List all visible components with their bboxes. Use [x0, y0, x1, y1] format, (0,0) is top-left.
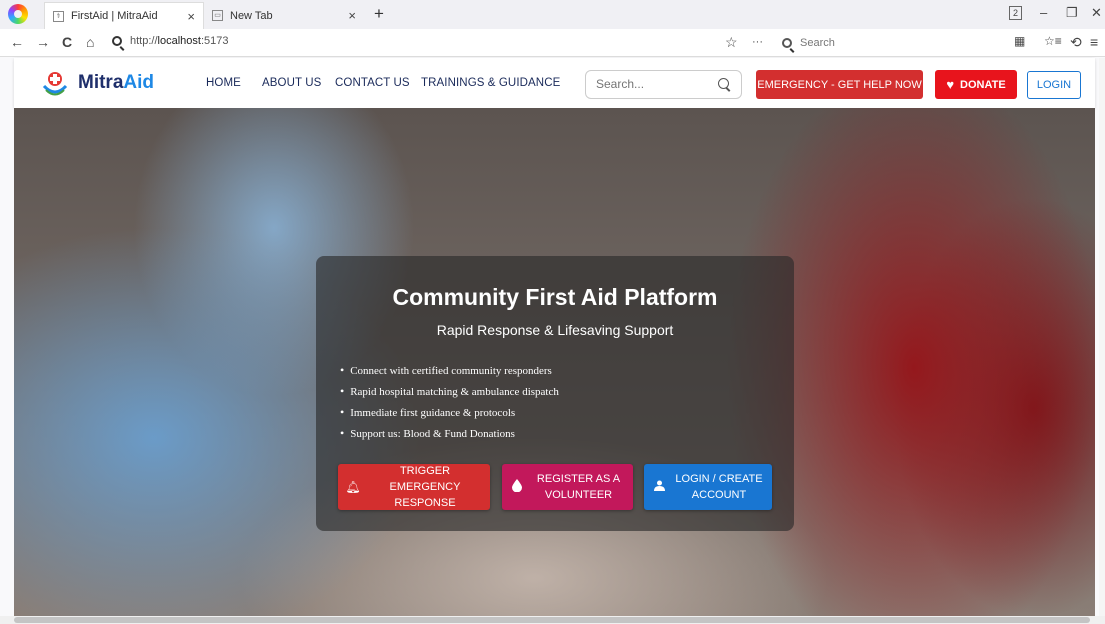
tab-title: FirstAid | MitraAid: [71, 10, 158, 22]
restore-icon[interactable]: ❐: [1066, 5, 1078, 21]
vertical-scrollbar[interactable]: [1099, 58, 1105, 616]
nav-trainings-guidance[interactable]: TRAININGS & GUIDANCE: [421, 77, 560, 89]
horizontal-scrollbar[interactable]: [0, 616, 1105, 624]
nav-contact-us[interactable]: CONTACT US: [335, 77, 410, 89]
hero-section: Community First Aid Platform Rapid Respo…: [14, 108, 1095, 616]
cta-line: REGISTER AS A: [536, 473, 621, 485]
site-logo-text[interactable]: MitraAid: [78, 72, 154, 94]
forward-icon[interactable]: →: [36, 34, 50, 50]
list-item: Connect with certified community respond…: [340, 360, 559, 381]
cta-line: VOLUNTEER: [544, 489, 613, 501]
new-tab-favicon-icon: ▭: [212, 10, 223, 21]
logo-accent: Aid: [123, 72, 155, 93]
url-host: localhost: [157, 35, 201, 47]
menu-icon[interactable]: ≡: [1090, 34, 1098, 50]
reload-icon[interactable]: C: [62, 34, 72, 50]
tab-close-icon[interactable]: ×: [348, 8, 356, 23]
nav-home[interactable]: HOME: [206, 77, 241, 89]
nav-about-us[interactable]: ABOUT US: [262, 77, 321, 89]
browser-search-field[interactable]: Search: [782, 34, 982, 52]
trigger-emergency-label: TRIGGER EMERGENCY RESPONSE: [368, 463, 490, 511]
person-icon: [644, 480, 674, 494]
login-create-account-button[interactable]: LOGIN / CREATE ACCOUNT: [644, 464, 772, 510]
heart-icon: ♥: [946, 77, 955, 92]
cta-line: LOGIN / CREATE: [675, 473, 763, 485]
more-icon[interactable]: ···: [752, 36, 763, 48]
list-item: Rapid hospital matching & ambulance disp…: [340, 381, 559, 402]
register-volunteer-label: REGISTER AS A VOLUNTEER: [532, 471, 633, 503]
cta-line: RESPONSE: [394, 497, 456, 509]
donate-label: DONATE: [960, 78, 1006, 91]
bookmark-star-icon[interactable]: ☆: [725, 34, 738, 51]
login-create-account-label: LOGIN / CREATE ACCOUNT: [674, 471, 772, 503]
alarm-bell-icon: 🔔︎: [345, 480, 361, 494]
emergency-help-button[interactable]: EMERGENCY - GET HELP NOW: [756, 70, 923, 99]
browser-logo-icon[interactable]: [8, 4, 28, 24]
cta-line: ACCOUNT: [691, 489, 747, 501]
browser-tab-bar: ⚕ FirstAid | MitraAid × ▭ New Tab × + 2 …: [0, 0, 1105, 29]
trigger-emergency-button[interactable]: 🔔︎ TRIGGER EMERGENCY RESPONSE: [338, 464, 490, 510]
tab-new-tab[interactable]: ▭ New Tab ×: [204, 2, 364, 29]
site-search-icon[interactable]: [718, 78, 729, 89]
cta-line: TRIGGER EMERGENCY: [389, 465, 461, 493]
back-icon[interactable]: ←: [10, 34, 24, 50]
browser-nav-bar: ← → C ⌂ http://localhost:5173 ☆ ··· Sear…: [0, 29, 1105, 57]
url-prefix: http://: [130, 35, 158, 47]
browser-search-placeholder: Search: [800, 37, 835, 49]
url-search-icon: [112, 36, 122, 46]
home-icon[interactable]: ⌂: [86, 34, 94, 50]
site-search-box: [585, 70, 742, 99]
minimize-icon[interactable]: –: [1040, 5, 1047, 20]
url-bar[interactable]: http://localhost:5173: [112, 35, 228, 47]
list-item: Immediate first guidance & protocols: [340, 402, 559, 423]
site-search-input[interactable]: [596, 77, 706, 91]
hero-feature-list: Connect with certified community respond…: [340, 360, 559, 444]
list-item: Support us: Blood & Fund Donations: [340, 423, 559, 444]
tab-close-icon[interactable]: ×: [187, 9, 195, 24]
tab-firstaid[interactable]: ⚕ FirstAid | MitraAid ×: [44, 2, 204, 29]
url-port: :5173: [200, 35, 229, 47]
hero-title: Community First Aid Platform: [392, 284, 718, 310]
favorites-icon[interactable]: ☆≡: [1044, 34, 1062, 48]
register-volunteer-button[interactable]: REGISTER AS A VOLUNTEER: [502, 464, 633, 510]
donate-button[interactable]: ♥ DONATE: [935, 70, 1017, 99]
browser-search-icon: [782, 38, 792, 48]
hero-subtitle: Rapid Response & Lifesaving Support: [436, 322, 674, 338]
new-tab-button[interactable]: +: [374, 4, 384, 24]
window-count-badge[interactable]: 2: [1009, 6, 1022, 20]
blood-drop-icon: [502, 479, 532, 495]
logo-main: Mitra: [78, 72, 124, 93]
close-window-icon[interactable]: ✕: [1091, 5, 1102, 21]
hero-card: Community First Aid Platform Rapid Respo…: [316, 256, 794, 531]
login-button[interactable]: LOGIN: [1027, 71, 1081, 99]
mitraaid-logo-icon[interactable]: [40, 68, 70, 98]
tab-title: New Tab: [230, 9, 273, 22]
grid-icon[interactable]: ▦: [1014, 34, 1025, 48]
page-favicon-icon: ⚕: [53, 10, 64, 22]
scrollbar-thumb[interactable]: [14, 617, 1090, 623]
site-header: MitraAid HOME ABOUT US CONTACT US TRAINI…: [14, 58, 1095, 108]
history-icon[interactable]: ⟲: [1070, 34, 1082, 51]
